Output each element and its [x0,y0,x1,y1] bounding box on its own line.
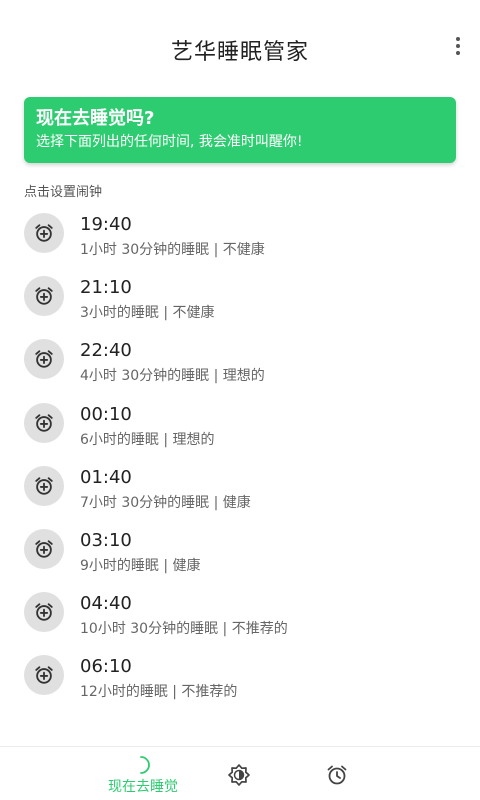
alarm-description: 4小时 30分钟的睡眠 | 理想的 [80,368,265,385]
sun-icon [228,764,250,786]
section-label: 点击设置闹钟 [24,185,103,200]
alarm-add-icon [24,592,64,633]
bottom-navigation: 现在去睡觉 [0,746,480,800]
alarm-add-icon [24,528,64,569]
sleep-now-banner: 现在去睡觉吗? 选择下面列出的任何时间, 我会准时叫醒你! [24,97,456,163]
alarm-description: 9小时的睡眠 | 健康 [80,557,201,574]
banner-subtitle: 选择下面列出的任何时间, 我会准时叫醒你! [36,134,303,150]
alarm-time: 04:40 [80,593,132,615]
alarm-description: 3小时的睡眠 | 不健康 [80,305,215,322]
tab-sleep-now[interactable]: 现在去睡觉 [100,747,186,800]
tab-alarm[interactable] [324,747,350,800]
alarm-item[interactable]: 06:10 12小时的睡眠 | 不推荐的 [0,649,480,712]
alarm-item[interactable]: 04:40 10小时 30分钟的睡眠 | 不推荐的 [0,586,480,649]
alarm-description: 12小时的睡眠 | 不推荐的 [80,684,238,701]
more-dot [456,51,460,55]
alarm-time: 01:40 [80,466,132,488]
more-dot [456,44,460,48]
alarm-description: 6小时的睡眠 | 理想的 [80,431,215,448]
alarm-time: 22:40 [80,340,132,362]
alarm-time: 21:10 [80,277,132,299]
alarm-add-icon [24,213,64,253]
alarm-time: 19:40 [80,214,132,235]
page-title: 艺华睡眠管家 [170,40,309,65]
alarm-add-icon [24,465,64,506]
alarm-description: 1小时 30分钟的睡眠 | 不健康 [80,242,265,258]
alarm-add-icon [24,655,64,696]
tab-wake-up[interactable] [226,747,252,800]
alarm-add-icon [24,276,64,317]
alarm-item[interactable]: 03:10 9小时的睡眠 | 健康 [0,523,480,586]
alarm-time: 00:10 [80,403,132,425]
alarm-time: 06:10 [80,656,132,678]
alarm-description: 7小时 30分钟的睡眠 | 健康 [80,494,251,511]
alarm-item[interactable]: 00:10 6小时的睡眠 | 理想的 [0,397,480,460]
more-dot [456,37,460,41]
alarm-time: 03:10 [80,529,132,551]
app-bar: 艺华睡眠管家 [0,0,480,96]
alarm-description: 10小时 30分钟的睡眠 | 不推荐的 [80,621,288,638]
moon-icon [140,756,150,774]
banner-title: 现在去睡觉吗? [36,108,155,129]
alarm-clock-icon [327,765,347,785]
alarm-add-icon [24,339,64,380]
alarm-item[interactable]: 19:40 1小时 30分钟的睡眠 | 不健康 [0,207,480,270]
more-options-button[interactable] [450,34,466,58]
alarm-add-icon [24,402,64,443]
alarm-item[interactable]: 01:40 7小时 30分钟的睡眠 | 健康 [0,460,480,523]
alarm-item[interactable]: 21:10 3小时的睡眠 | 不健康 [0,270,480,333]
alarm-item[interactable]: 22:40 4小时 30分钟的睡眠 | 理想的 [0,333,480,396]
alarm-list: 19:40 1小时 30分钟的睡眠 | 不健康 21:10 3小时的睡眠 | 不… [0,207,480,713]
tab-sleep-now-label: 现在去睡觉 [108,779,178,795]
